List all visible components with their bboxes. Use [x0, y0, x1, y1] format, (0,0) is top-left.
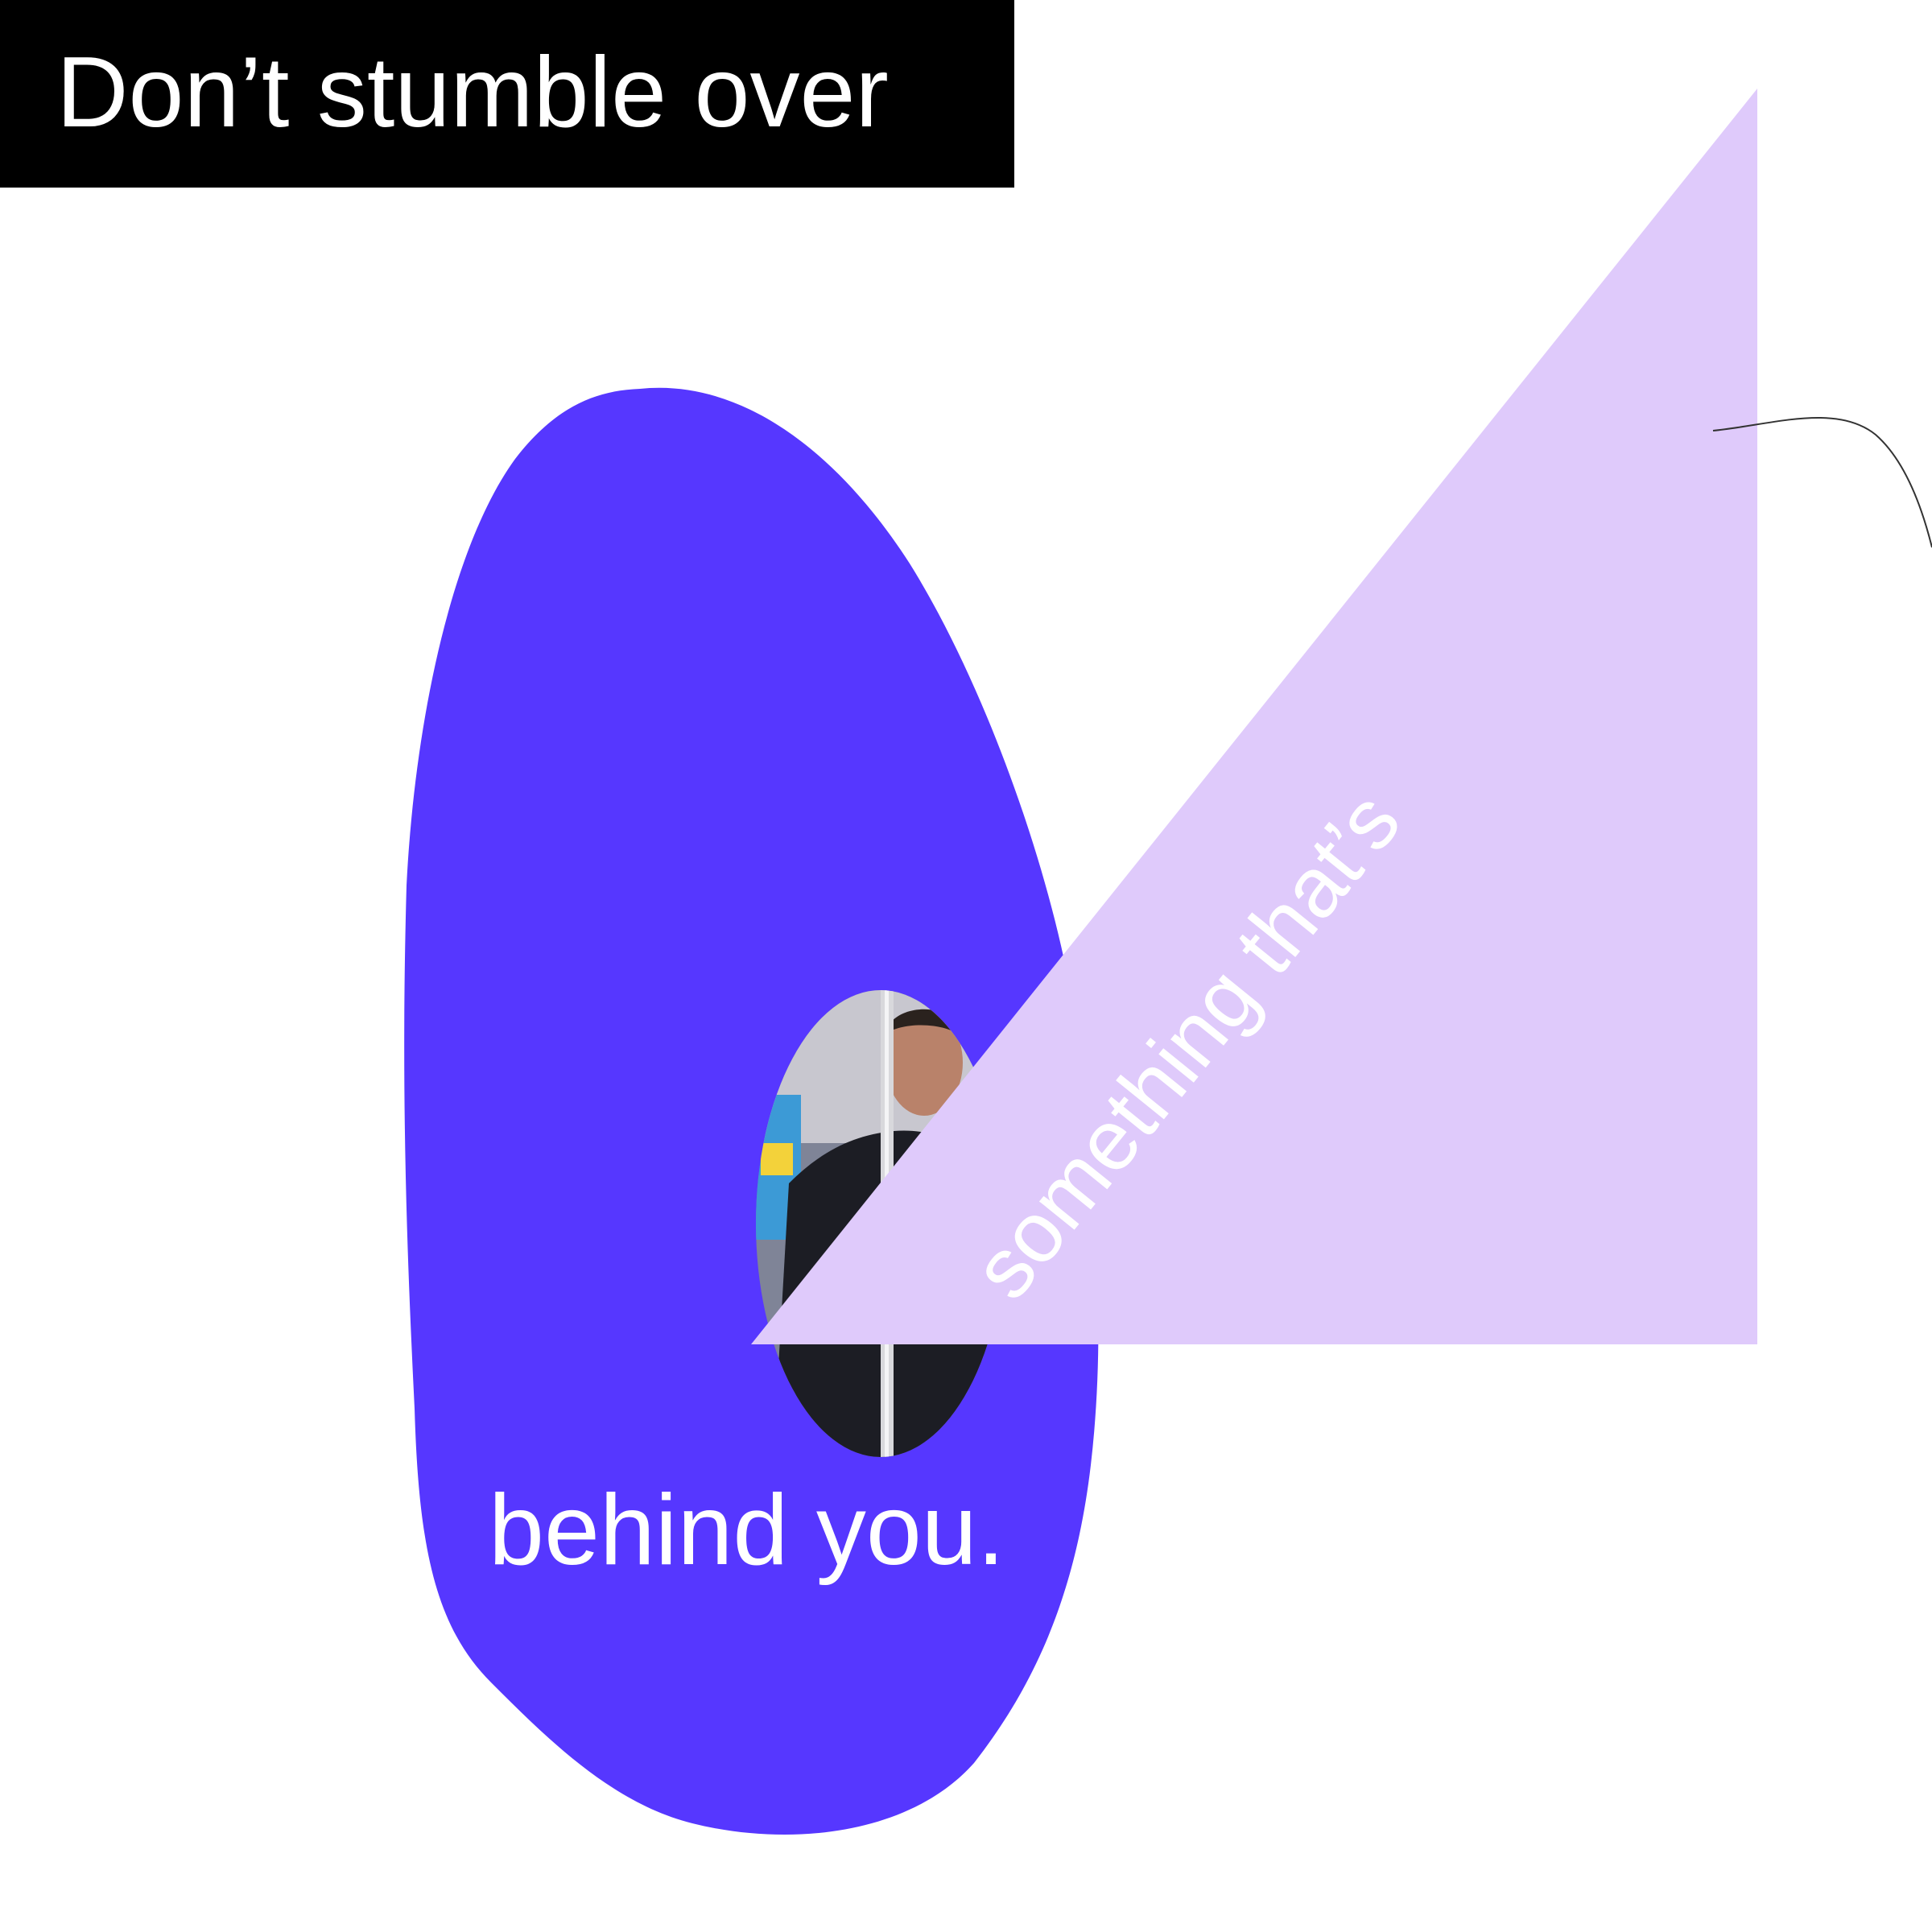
headline-box: Don’t stumble over	[0, 0, 1014, 188]
poster-artwork	[404, 89, 1932, 1835]
closing-text: behind you.	[489, 1475, 1005, 1586]
headline-text: Don’t stumble over	[56, 37, 889, 148]
poster-canvas: Don’t stumble over something that’s behi…	[0, 0, 1932, 1932]
